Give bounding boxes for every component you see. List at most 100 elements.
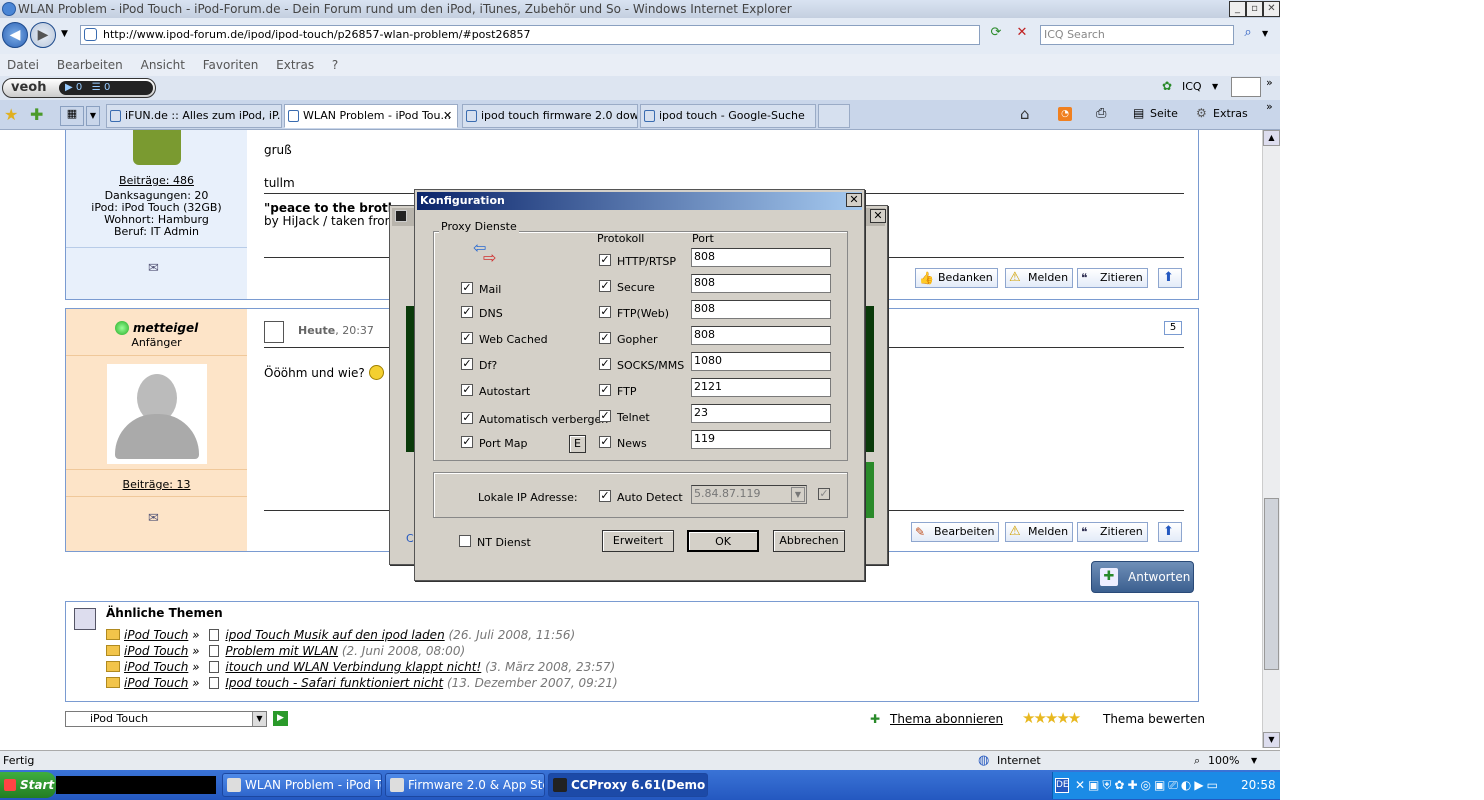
tab-list-icon[interactable]: ▼ bbox=[86, 106, 100, 126]
reply-button[interactable]: ✚ Antworten bbox=[1091, 561, 1194, 593]
history-dropdown-icon[interactable]: ▼ bbox=[61, 29, 68, 39]
zoom-level[interactable]: 100% bbox=[1208, 751, 1239, 771]
task-ie-wlan[interactable]: WLAN Problem - iPod To... bbox=[222, 773, 382, 797]
ftp-port-input[interactable]: 2121 bbox=[691, 378, 831, 397]
search-input[interactable]: ICQ Search bbox=[1040, 25, 1234, 45]
gopher-checkbox[interactable]: ✓ bbox=[599, 332, 611, 344]
menu-ansicht[interactable]: Ansicht bbox=[141, 58, 185, 72]
add-favorites-icon[interactable]: ✚ bbox=[30, 105, 43, 124]
gopher-port-input[interactable]: 808 bbox=[691, 326, 831, 345]
go-button[interactable]: ▶ bbox=[273, 711, 288, 726]
mail-checkbox[interactable]: ✓ bbox=[461, 282, 473, 294]
ccproxy-link[interactable]: C bbox=[406, 532, 414, 545]
topic-link[interactable]: Problem mit WLAN bbox=[225, 644, 338, 658]
forward-button[interactable]: ▶ bbox=[30, 22, 56, 48]
topic-link[interactable]: itouch und WLAN Verbindung klappt nicht! bbox=[225, 660, 481, 674]
secure-port-input[interactable]: 808 bbox=[691, 274, 831, 293]
veoh-widget[interactable]: veoh ▶ 0 ☰ 0 bbox=[2, 78, 156, 98]
telnet-checkbox[interactable]: ✓ bbox=[599, 410, 611, 422]
scroll-down-icon[interactable]: ▼ bbox=[1263, 732, 1280, 748]
language-indicator[interactable]: DE bbox=[1055, 778, 1069, 793]
menu-datei[interactable]: Datei bbox=[7, 58, 39, 72]
ftp-checkbox[interactable]: ✓ bbox=[599, 384, 611, 396]
scroll-top-button[interactable]: ⬆ bbox=[1158, 522, 1182, 542]
icq-input[interactable] bbox=[1231, 77, 1261, 97]
feeds-icon[interactable]: ◔ bbox=[1058, 107, 1072, 121]
task-ie-firmware[interactable]: Firmware 2.0 & App Stor... bbox=[385, 773, 545, 797]
port-map-checkbox[interactable]: ✓ bbox=[461, 436, 473, 448]
report-button[interactable]: ⚠ Melden bbox=[1005, 522, 1074, 542]
dns-checkbox[interactable]: ✓ bbox=[461, 306, 473, 318]
quote-button[interactable]: ❝ Zitieren bbox=[1077, 522, 1148, 542]
icq-dropdown-icon[interactable]: ▼ bbox=[1212, 82, 1218, 91]
scroll-top-button[interactable]: ⬆ bbox=[1158, 268, 1182, 288]
address-bar[interactable]: http://www.ipod-forum.de/ipod/ipod-touch… bbox=[80, 25, 980, 45]
autostart-checkbox[interactable]: ✓ bbox=[461, 384, 473, 396]
start-button[interactable]: Start bbox=[0, 772, 56, 798]
tab-wlan-problem[interactable]: WLAN Problem - iPod Tou... ✕ bbox=[284, 104, 458, 128]
menu-extras[interactable]: Extras bbox=[276, 58, 314, 72]
ccproxy-close-button[interactable]: ✕ bbox=[870, 209, 886, 223]
topic-link[interactable]: Ipod touch - Safari funktioniert nicht bbox=[225, 676, 443, 690]
news-port-input[interactable]: 119 bbox=[691, 430, 831, 449]
quote-button[interactable]: ❝ Zitieren bbox=[1077, 268, 1148, 288]
advanced-button[interactable]: Erweitert bbox=[602, 530, 674, 552]
tray-icons[interactable]: ✕▣⛨✿✚◎▣⎚◐▶▭ bbox=[1075, 772, 1221, 799]
task-ccproxy[interactable]: CCProxy 6.61(Demo v... bbox=[548, 773, 708, 797]
print-icon[interactable]: ⎙ bbox=[1096, 106, 1106, 121]
stop-icon[interactable]: ✕ bbox=[1012, 25, 1032, 43]
ok-button[interactable]: OK bbox=[687, 530, 759, 552]
http-checkbox[interactable]: ✓ bbox=[599, 254, 611, 266]
auto-detect-checkbox[interactable]: ✓ bbox=[599, 490, 611, 502]
tools-menu[interactable]: Extras bbox=[1213, 107, 1248, 120]
secure-checkbox[interactable]: ✓ bbox=[599, 280, 611, 292]
subscribe-link[interactable]: Thema abonnieren bbox=[890, 712, 1003, 726]
http-port-input[interactable]: 808 bbox=[691, 248, 831, 267]
vertical-scrollbar[interactable]: ▲ ▼ bbox=[1262, 130, 1280, 748]
port-map-edit-button[interactable]: E bbox=[569, 435, 586, 453]
socks-port-input[interactable]: 1080 bbox=[691, 352, 831, 371]
web-cached-checkbox[interactable]: ✓ bbox=[461, 332, 473, 344]
username[interactable]: metteigel bbox=[133, 321, 198, 335]
nt-service-checkbox[interactable] bbox=[459, 535, 471, 547]
new-tab-button[interactable] bbox=[818, 104, 850, 128]
page-menu[interactable]: Seite bbox=[1150, 107, 1178, 120]
email-icon[interactable]: ✉ bbox=[148, 511, 159, 526]
home-icon[interactable]: ⌂ bbox=[1020, 105, 1030, 123]
refresh-icon[interactable]: ⟳ bbox=[986, 25, 1006, 43]
icq-flower-icon[interactable]: ✿ bbox=[1162, 79, 1172, 93]
rate-thread-label[interactable]: Thema bewerten bbox=[1103, 712, 1205, 726]
topic-link[interactable]: ipod Touch Musik auf den ipod laden bbox=[225, 628, 444, 642]
tab-google[interactable]: ipod touch - Google-Suche bbox=[640, 104, 816, 128]
df-checkbox[interactable]: ✓ bbox=[461, 358, 473, 370]
category-link[interactable]: iPod Touch bbox=[124, 644, 188, 658]
cancel-button[interactable]: Abbrechen bbox=[773, 530, 845, 552]
scroll-thumb[interactable] bbox=[1264, 498, 1279, 670]
forum-jump-select[interactable]: iPod Touch ▼ bbox=[65, 711, 267, 727]
telnet-port-input[interactable]: 23 bbox=[691, 404, 831, 423]
close-button[interactable]: ✕ bbox=[1263, 1, 1280, 17]
icq-label[interactable]: ICQ bbox=[1182, 80, 1202, 93]
ip-option-checkbox[interactable]: ✓ bbox=[818, 488, 830, 500]
auto-hide-checkbox[interactable]: ✓ bbox=[461, 412, 473, 424]
favorites-star-icon[interactable]: ★ bbox=[4, 105, 18, 124]
minimize-button[interactable]: _ bbox=[1229, 1, 1246, 17]
email-icon[interactable]: ✉ bbox=[148, 261, 159, 276]
post-count-link[interactable]: Beiträge: 13 bbox=[66, 478, 247, 491]
edit-button[interactable]: ✎ Bearbeiten bbox=[911, 522, 1000, 542]
socks-checkbox[interactable]: ✓ bbox=[599, 358, 611, 370]
quick-tabs-icon[interactable]: ▦ bbox=[60, 106, 84, 126]
ip-address-select[interactable]: 5.84.87.119 ▼ bbox=[691, 485, 807, 504]
tab-close-icon[interactable]: ✕ bbox=[443, 105, 452, 127]
report-button[interactable]: ⚠ Melden bbox=[1005, 268, 1074, 288]
search-options-icon[interactable]: ▼ bbox=[1262, 29, 1268, 38]
category-link[interactable]: iPod Touch bbox=[124, 660, 188, 674]
rating-stars-icon[interactable]: ★★★★★ bbox=[1022, 709, 1081, 727]
dialog-close-button[interactable]: ✕ bbox=[846, 193, 862, 207]
ftp-web-checkbox[interactable]: ✓ bbox=[599, 306, 611, 318]
search-icon[interactable]: ⌕ bbox=[1238, 25, 1258, 43]
category-link[interactable]: iPod Touch bbox=[124, 628, 188, 642]
scroll-up-icon[interactable]: ▲ bbox=[1263, 130, 1280, 146]
back-button[interactable]: ◀ bbox=[2, 22, 28, 48]
zoom-dropdown-icon[interactable]: ▼ bbox=[1251, 751, 1257, 771]
